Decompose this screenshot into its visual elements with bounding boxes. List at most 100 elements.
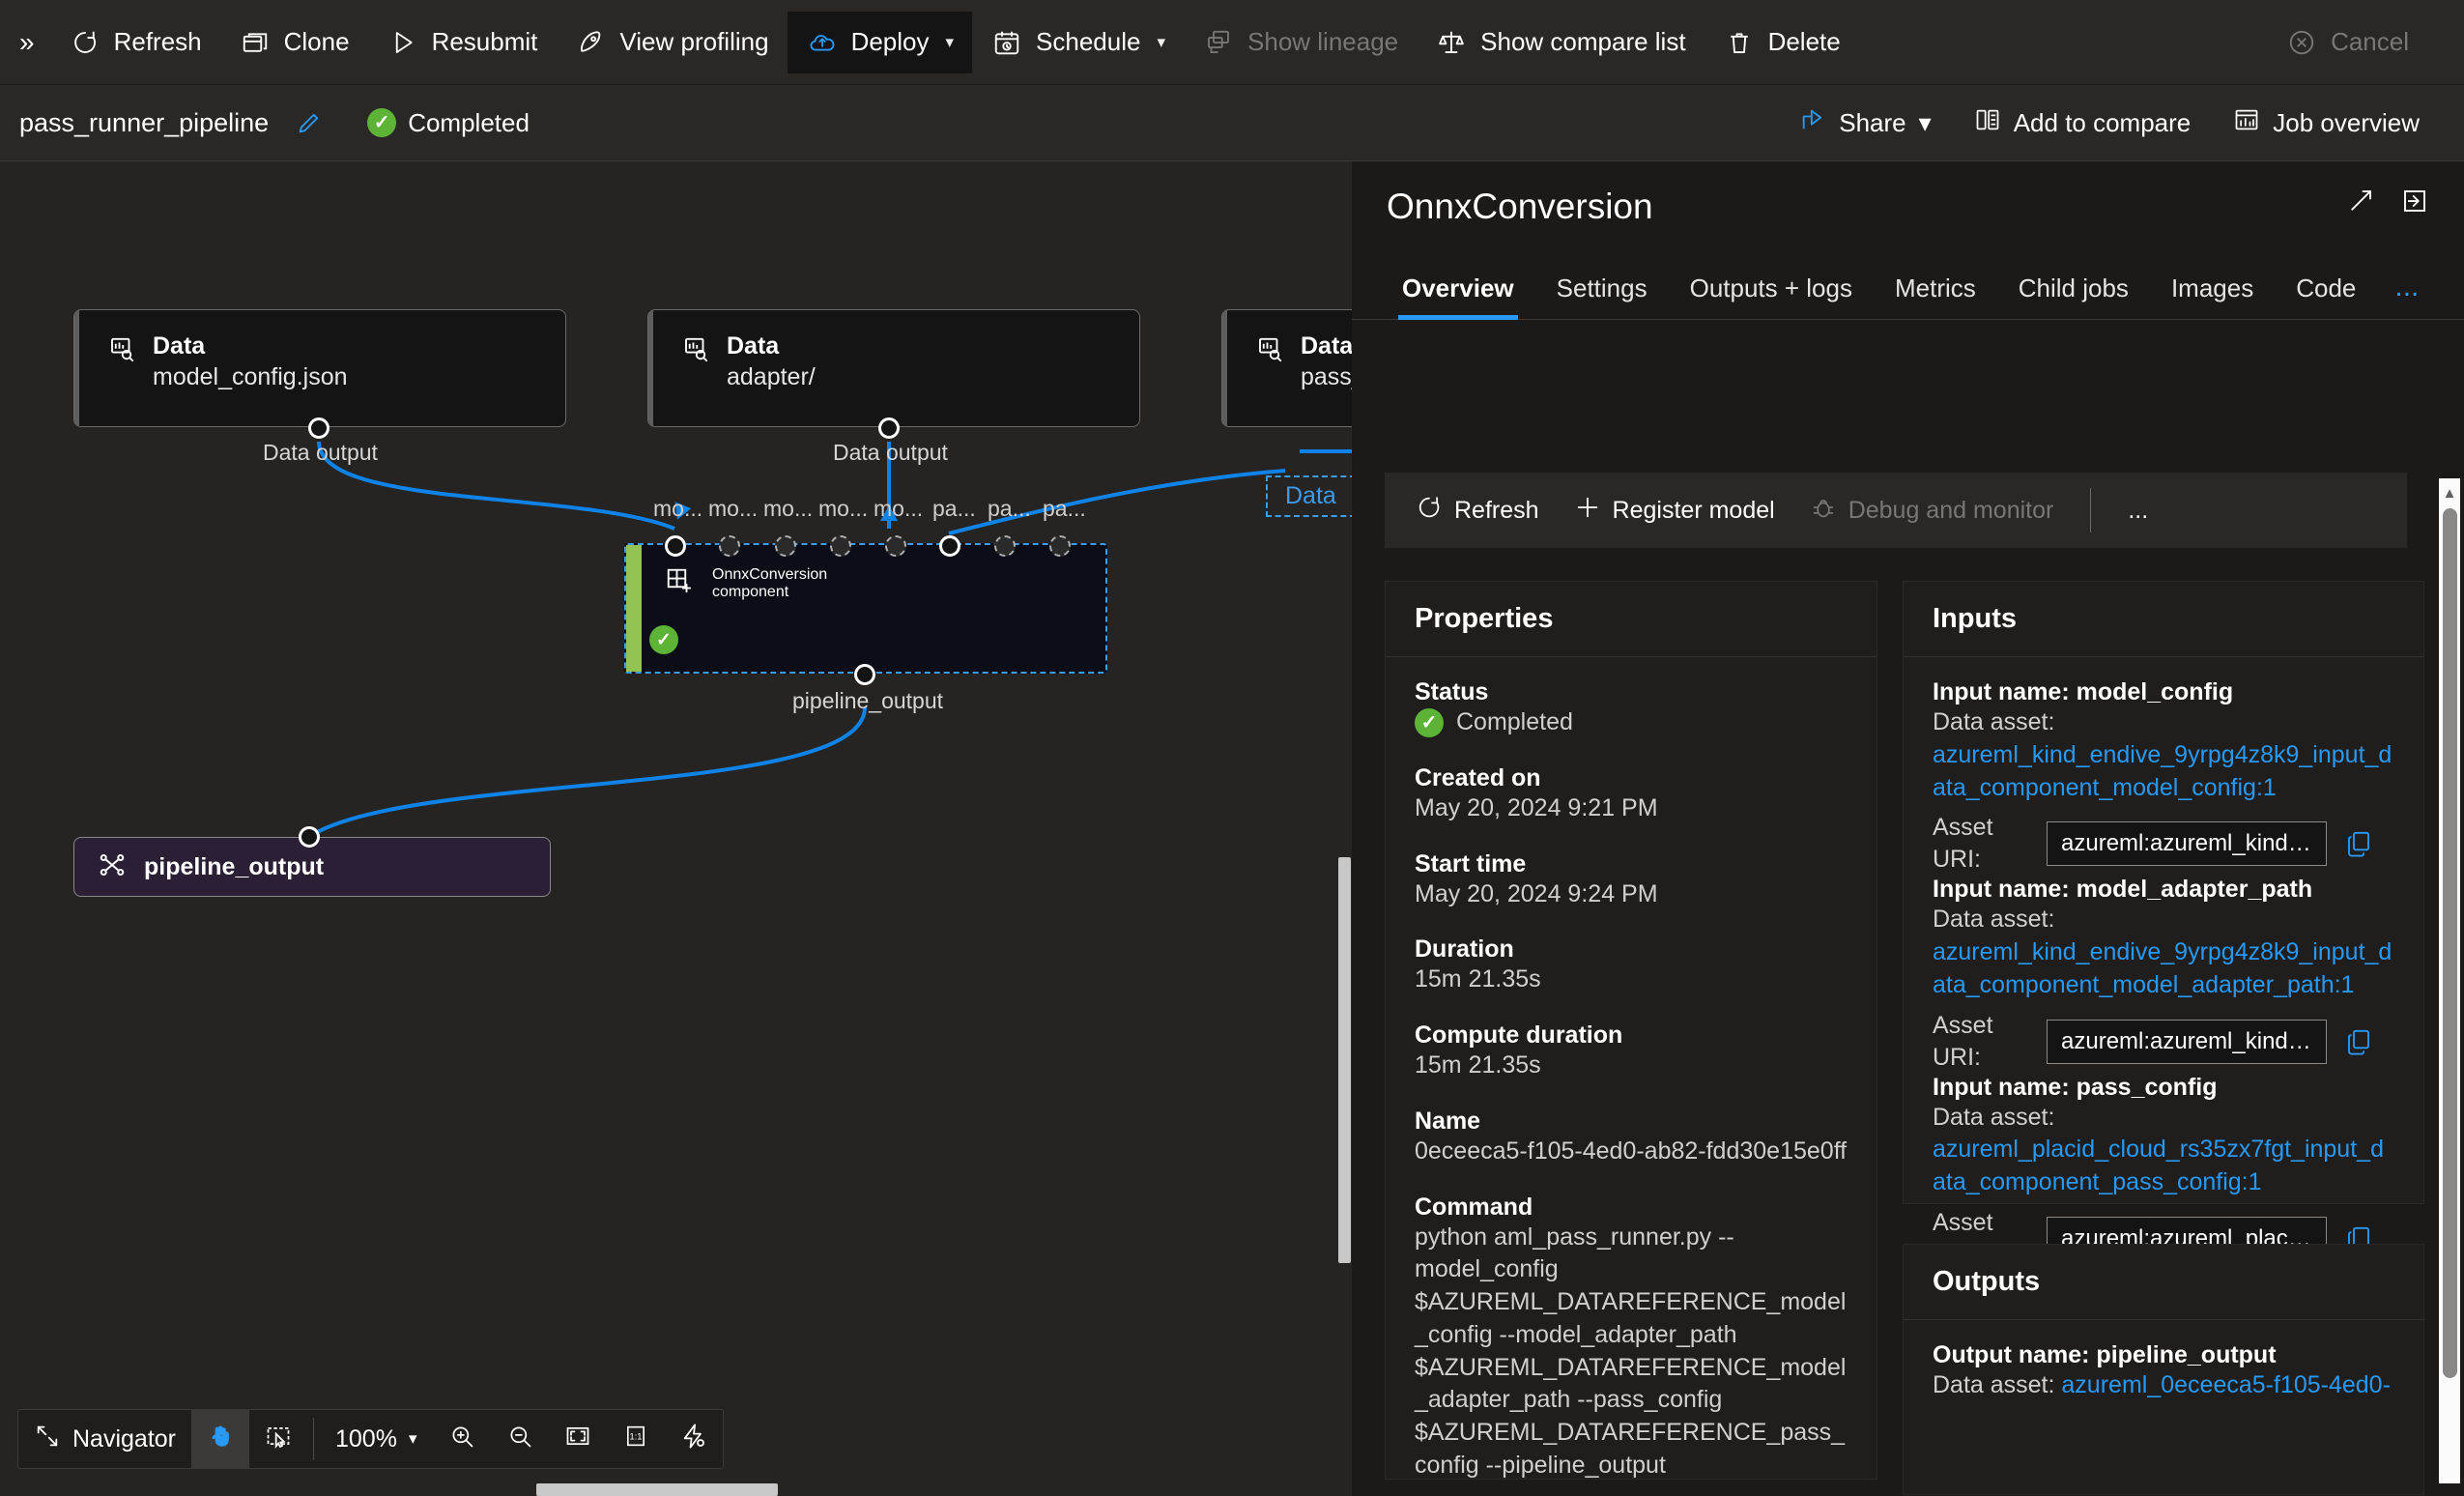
tab-images[interactable]: Images (2150, 273, 2275, 319)
hand-pan-icon (207, 1423, 234, 1456)
details-scroll-thumb[interactable] (2442, 508, 2457, 1378)
graph-output-port-pipeline-output[interactable] (854, 664, 875, 685)
graph-input-port-1[interactable] (719, 535, 740, 557)
outputs-heading: Outputs (1904, 1245, 2423, 1320)
refresh-icon (69, 26, 101, 59)
view-profiling-button[interactable]: View profiling (556, 12, 787, 73)
graph-port-pipeline-output-in[interactable] (299, 826, 320, 848)
input-name-model-adapter-path: Input name: model_adapter_path (1933, 876, 2313, 904)
tab-outputs-logs[interactable]: Outputs + logs (1669, 273, 1874, 319)
tabs-overflow-button[interactable]: ... (2377, 271, 2436, 319)
graph-input-port-7[interactable] (1049, 535, 1071, 557)
graph-node-data-model-config[interactable]: Data model_config.json (73, 309, 566, 427)
graph-node-data-pass-config[interactable]: Data pass_co (1221, 309, 1352, 427)
register-model-button[interactable]: Register model (1557, 481, 1792, 539)
graph-input-port-3[interactable] (830, 535, 851, 557)
node-title: Data (727, 332, 780, 360)
scroll-up-arrow-icon[interactable]: ▲ (2443, 486, 2457, 501)
output-data-asset-link[interactable]: azureml_0eceeca5-f105-4ed0- (2061, 1371, 2391, 1398)
clone-button[interactable]: Clone (220, 12, 368, 73)
refresh-button[interactable]: Refresh (50, 12, 220, 73)
compare-icon (1974, 106, 2001, 140)
schedule-button[interactable]: Schedule ▾ (972, 12, 1184, 73)
input-data-asset-link-1[interactable]: azureml_kind_endive_9yrpg4z8k9_input_dat… (1933, 936, 2394, 1002)
input-item-pass-config: Input name: pass_config Data asset: azur… (1933, 1074, 2394, 1271)
copy-icon[interactable] (2344, 1027, 2373, 1056)
input-asset-uri-row-0: Asset URI: azureml:azureml_kind_... (1933, 812, 2394, 876)
node-title: Data (153, 332, 206, 360)
graph-dashed-data-chip[interactable]: Data (1266, 475, 1352, 517)
input-data-asset-label-1: Data asset: (1933, 906, 2055, 934)
navigator-button[interactable]: Navigator (18, 1409, 191, 1469)
graph-input-port-0[interactable] (665, 535, 686, 557)
graph-input-port-label-4: mo... (874, 496, 924, 521)
graph-port-data-output-2[interactable] (878, 417, 900, 439)
tab-child-jobs[interactable]: Child jobs (1997, 273, 2150, 319)
share-button[interactable]: Share ▾ (1778, 94, 1952, 152)
details-refresh-label: Refresh (1454, 496, 1539, 524)
graph-node-data-adapter[interactable]: Data adapter/ (647, 309, 1140, 427)
graph-input-port-label-3: mo... (818, 496, 869, 521)
show-compare-list-button[interactable]: Show compare list (1417, 12, 1704, 73)
input-name-model-config: Input name: model_config (1933, 678, 2234, 705)
tab-metrics[interactable]: Metrics (1874, 273, 1997, 319)
add-to-compare-button[interactable]: Add to compare (1953, 94, 2213, 152)
node-subtitle: pass_co (1301, 363, 1352, 391)
lightning-settings-button[interactable] (665, 1409, 723, 1469)
details-refresh-button[interactable]: Refresh (1398, 481, 1557, 539)
inputs-card: Inputs Input name: model_config Data ass… (1903, 581, 2424, 1268)
collapse-panel-icon[interactable] (2400, 187, 2429, 216)
zoom-level-select[interactable]: 100% ▾ (320, 1409, 433, 1469)
details-vertical-scrollbar[interactable]: ▲ (2439, 478, 2460, 1483)
resubmit-label: Resubmit (431, 27, 538, 56)
input-asset-uri-label-1: Asset URI: (1933, 1011, 1993, 1071)
graph-input-port-5[interactable] (939, 535, 960, 557)
input-asset-uri-value-1[interactable]: azureml:azureml_kind_... (2047, 1019, 2327, 1064)
expand-diagonal-icon[interactable] (2346, 187, 2375, 216)
node-status-stripe (626, 545, 642, 672)
graph-input-port-6[interactable] (994, 535, 1016, 557)
property-label-name: Name (1415, 1107, 1481, 1135)
delete-button[interactable]: Delete (1705, 12, 1859, 73)
tab-code[interactable]: Code (2275, 273, 2377, 319)
resubmit-button[interactable]: Resubmit (368, 12, 557, 73)
copy-icon[interactable] (2344, 829, 2373, 858)
pipeline-graph-canvas[interactable]: Data model_config.json Data output Data (0, 161, 1352, 1496)
tab-settings[interactable]: Settings (1535, 273, 1669, 319)
node-text: Data pass_co (1301, 331, 1352, 394)
input-data-asset-link-2[interactable]: azureml_placid_cloud_rs35zx7fgt_input_da… (1933, 1134, 2394, 1199)
canvas-horizontal-scrollbar[interactable] (536, 1483, 778, 1496)
details-scroll-area[interactable]: Refresh Register model Debug and monitor… (1352, 451, 2464, 1496)
zoom-out-button[interactable] (491, 1409, 549, 1469)
actual-size-button[interactable]: 1:1 (607, 1409, 665, 1469)
property-value-duration: 15m 21.35s (1415, 965, 1541, 993)
node-title: OnnxConversion (712, 566, 828, 583)
property-value-status: ✓ Completed (1415, 706, 1848, 739)
graph-input-port-4[interactable] (885, 535, 906, 557)
pipeline-output-icon (98, 850, 127, 884)
clone-icon (239, 26, 272, 59)
input-asset-uri-value-0[interactable]: azureml:azureml_kind_... (2047, 821, 2327, 867)
marquee-select-button[interactable] (249, 1409, 307, 1469)
graph-input-port-label-0: mo... (653, 496, 703, 521)
details-overflow-button[interactable]: ... (2110, 481, 2165, 539)
input-data-asset-link-0[interactable]: azureml_kind_endive_9yrpg4z8k9_input_dat… (1933, 739, 2394, 805)
mini-toolbar-divider (2090, 488, 2092, 532)
pipeline-output-label: pipeline_output (144, 852, 325, 880)
tab-overview[interactable]: Overview (1381, 273, 1535, 320)
canvas-vertical-scrollbar[interactable] (1338, 857, 1351, 1263)
calendar-clock-icon (990, 26, 1023, 59)
graph-node-onnxconversion[interactable]: OnnxConversion component ✓ (624, 543, 1107, 674)
job-overview-button[interactable]: Job overview (2212, 94, 2441, 152)
node-body: OnnxConversion component (626, 545, 1105, 601)
graph-input-port-2[interactable] (775, 535, 796, 557)
graph-port-data-output-1[interactable] (308, 417, 329, 439)
data-asset-icon (107, 335, 136, 394)
deploy-button[interactable]: Deploy ▾ (787, 11, 973, 73)
pencil-icon[interactable] (296, 109, 323, 136)
pan-tool-button[interactable] (191, 1409, 249, 1469)
debug-and-monitor-button: Debug and monitor (1792, 481, 2072, 539)
zoom-in-button[interactable] (433, 1409, 491, 1469)
fit-to-screen-button[interactable] (549, 1409, 607, 1469)
expand-nav-icon[interactable]: » (14, 27, 50, 58)
